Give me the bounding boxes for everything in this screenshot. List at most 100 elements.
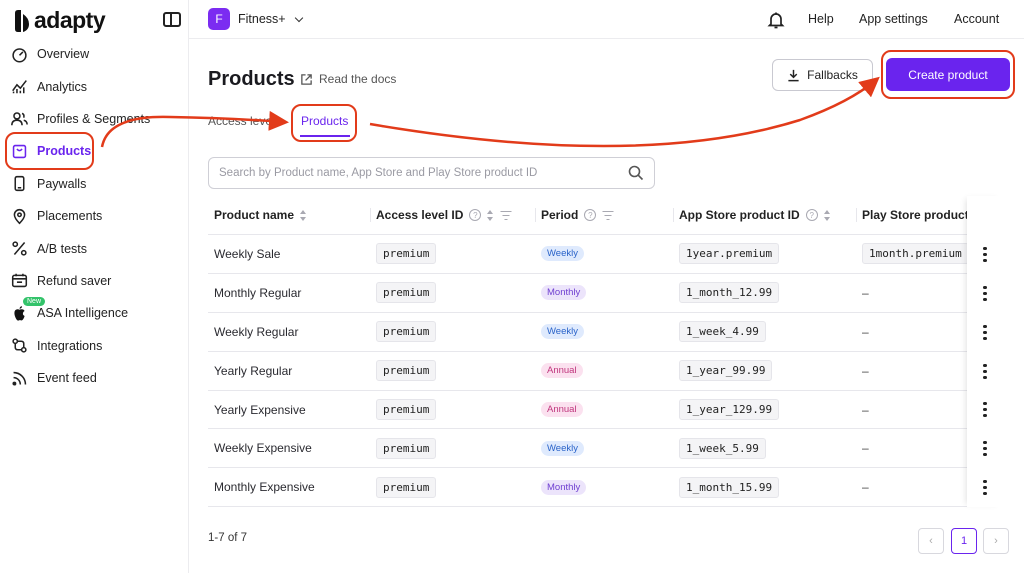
search-box — [208, 157, 655, 189]
help-circle-icon[interactable]: ? — [584, 209, 597, 221]
sidebar-item-label: Event feed — [37, 371, 97, 386]
more-actions-icon[interactable] — [967, 274, 1003, 313]
sidebar-item-ab-tests[interactable]: A/B tests — [0, 232, 188, 264]
play-store-id-empty: – — [862, 480, 869, 495]
filter-icon[interactable] — [602, 210, 614, 220]
more-actions-icon[interactable] — [967, 468, 1003, 507]
prev-page-button[interactable]: ‹ — [918, 528, 944, 554]
more-actions-icon[interactable] — [967, 235, 1003, 274]
percent-icon — [11, 240, 28, 257]
table-row[interactable]: Yearly Expensive premium Annual 1_year_1… — [208, 391, 968, 430]
table-row[interactable]: Weekly Regular premium Weekly 1_week_4.9… — [208, 313, 968, 352]
access-level-code: premium — [376, 399, 437, 420]
sidebar-item-placements[interactable]: Placements — [0, 200, 188, 232]
search-input[interactable] — [219, 167, 628, 179]
map-pin-icon — [11, 208, 28, 225]
help-circle-icon[interactable]: ? — [469, 209, 482, 221]
more-actions-icon[interactable] — [967, 313, 1003, 352]
sidebar-item-asa-intelligence[interactable]: New ASA Intelligence — [0, 297, 188, 329]
app-store-id-code: 1_year_99.99 — [679, 360, 773, 382]
app-avatar: F — [208, 8, 230, 30]
create-product-button[interactable]: Create product — [886, 58, 1010, 91]
play-store-id-empty: – — [862, 402, 869, 417]
access-level-code: premium — [376, 282, 437, 304]
access-level-code: premium — [376, 321, 437, 343]
access-level-code: premium — [376, 243, 437, 265]
period-badge: Annual — [541, 363, 583, 379]
access-level-code: premium — [376, 437, 437, 459]
period-badge: Annual — [541, 402, 583, 417]
table-row[interactable]: Yearly Regular premium Annual 1_year_99.… — [208, 352, 968, 391]
product-name-cell: Weekly Sale — [214, 246, 281, 261]
sidebar-nav: Overview Analytics Profiles & Segments P… — [0, 38, 188, 394]
help-link[interactable]: Help — [808, 12, 834, 26]
column-header-play-store-product-id[interactable]: Play Store product ID — [856, 196, 968, 234]
sidebar-item-refund-saver[interactable]: Refund saver — [0, 265, 188, 297]
more-actions-icon[interactable] — [967, 352, 1003, 391]
product-name-cell: Yearly Regular — [214, 363, 293, 378]
gauge-icon — [11, 46, 28, 63]
table-row[interactable]: Weekly Expensive premium Weekly 1_week_5… — [208, 429, 968, 469]
sidebar-collapse-icon[interactable] — [163, 12, 181, 27]
help-circle-icon[interactable]: ? — [805, 209, 818, 221]
adapty-logo[interactable]: adapty — [12, 7, 106, 34]
sidebar-item-paywalls[interactable]: Paywalls — [0, 168, 188, 200]
sidebar-item-label: Products — [37, 144, 92, 159]
sort-icon[interactable] — [487, 209, 494, 221]
fallbacks-button[interactable]: Fallbacks — [772, 59, 873, 91]
sort-icon[interactable] — [823, 209, 831, 221]
table-row[interactable]: Monthly Regular premium Monthly 1_month_… — [208, 274, 968, 313]
tab-access-levels[interactable]: Access levels — [208, 114, 281, 128]
column-label: App Store product ID — [679, 208, 800, 222]
sidebar-item-profiles-segments[interactable]: Profiles & Segments — [0, 103, 188, 135]
analytics-chart-icon — [11, 78, 28, 95]
column-header-product-name[interactable]: Product name — [208, 196, 370, 234]
page-1-button[interactable]: 1 — [951, 528, 977, 554]
play-store-id-empty: – — [862, 324, 869, 339]
tab-products[interactable]: Products — [301, 114, 348, 128]
sidebar: adapty Overview Analytics Profiles & Seg… — [0, 0, 189, 573]
period-badge: Monthly — [541, 285, 587, 301]
table-row[interactable]: Monthly Expensive premium Monthly 1_mont… — [208, 468, 968, 508]
app-store-id-code: 1_year_129.99 — [679, 399, 780, 420]
app-switcher[interactable]: F Fitness+ — [208, 8, 303, 30]
sidebar-item-analytics[interactable]: Analytics — [0, 70, 188, 102]
filter-icon[interactable] — [500, 210, 512, 220]
app-name: Fitness+ — [238, 12, 286, 26]
read-docs-link[interactable]: Read the docs — [300, 72, 396, 86]
sidebar-item-overview[interactable]: Overview — [0, 38, 188, 70]
more-actions-icon[interactable] — [967, 429, 1003, 468]
app-store-id-code: 1_week_5.99 — [679, 437, 766, 459]
topbar: F Fitness+ Help App settings Account — [189, 0, 1024, 39]
rss-icon — [11, 370, 28, 387]
next-page-button[interactable]: › — [983, 528, 1009, 554]
column-header-app-store-product-id[interactable]: App Store product ID ? — [673, 196, 856, 234]
table-row[interactable]: Weekly Sale premium Weekly 1year.premium… — [208, 235, 968, 274]
sort-icon[interactable] — [300, 209, 307, 221]
read-docs-label: Read the docs — [319, 72, 397, 86]
account-link[interactable]: Account — [954, 12, 999, 26]
play-store-id-code: 1month.premium — [862, 243, 968, 265]
sidebar-item-label: ASA Intelligence — [37, 306, 129, 321]
column-label: Product name — [214, 208, 295, 222]
calendar-refund-icon — [11, 272, 28, 289]
integrations-icon — [11, 337, 28, 354]
sidebar-item-products[interactable]: Products — [0, 135, 188, 167]
more-actions-icon[interactable] — [967, 390, 1003, 429]
app-store-id-code: 1_month_12.99 — [679, 282, 780, 304]
app-settings-link[interactable]: App settings — [859, 12, 928, 26]
sidebar-item-integrations[interactable]: Integrations — [0, 330, 188, 362]
sidebar-item-label: Integrations — [37, 338, 103, 353]
app-store-id-code: 1_month_15.99 — [679, 476, 780, 498]
bell-icon[interactable] — [766, 10, 786, 30]
play-store-id-empty: – — [862, 363, 869, 378]
phone-icon — [11, 175, 28, 192]
access-level-code: premium — [376, 360, 437, 382]
sidebar-item-label: Profiles & Segments — [37, 111, 151, 126]
column-header-access-level-id[interactable]: Access level ID ? — [370, 196, 535, 234]
product-name-cell: Monthly Regular — [214, 285, 302, 300]
search-icon[interactable] — [628, 165, 644, 181]
column-header-period[interactable]: Period ? — [535, 196, 673, 234]
column-label: Access level ID — [376, 208, 464, 222]
sidebar-item-event-feed[interactable]: Event feed — [0, 362, 188, 394]
